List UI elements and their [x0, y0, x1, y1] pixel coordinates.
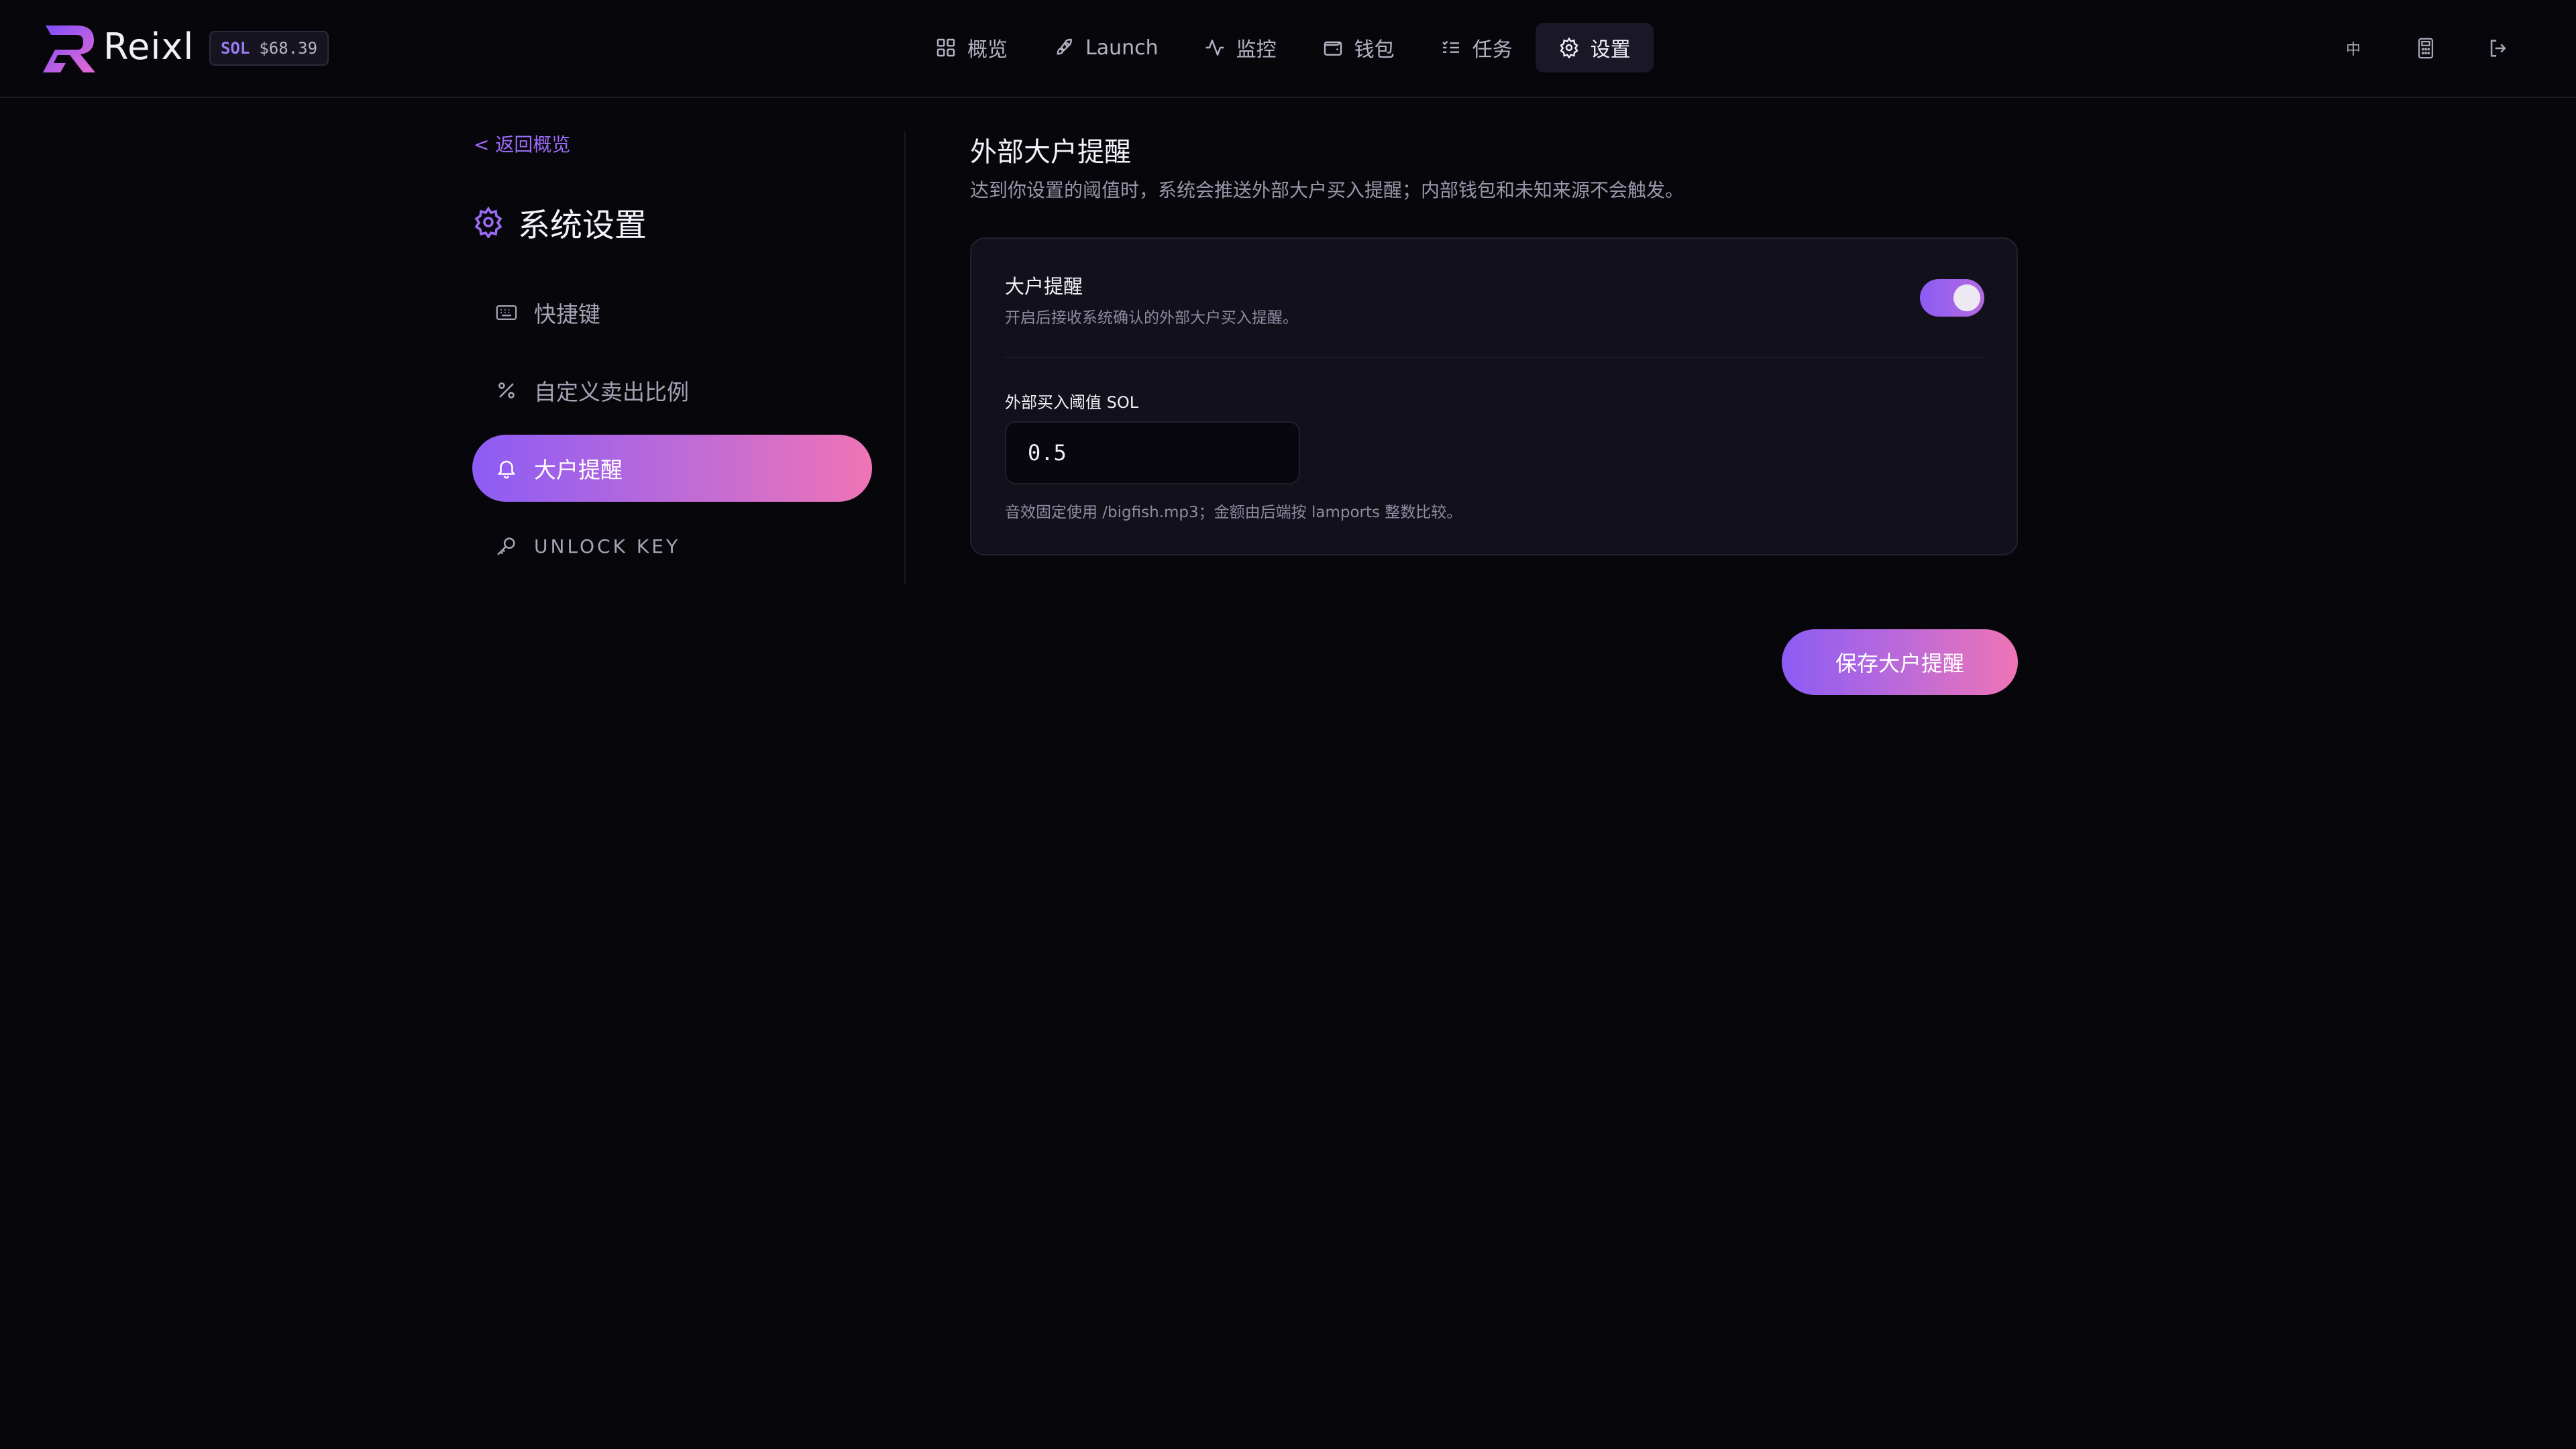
gear-icon	[474, 206, 502, 238]
menu-item-unlock-key[interactable]: UNLOCK KEY	[472, 513, 872, 580]
top-bar: Reixl SOL $68.39 概览 Launch 监控 钱包 任务 设置 中	[0, 0, 2576, 98]
menu-item-sell-ratio[interactable]: 自定义卖出比例	[472, 357, 872, 424]
nav-label: 设置	[1590, 38, 1631, 62]
grid-icon	[936, 38, 955, 57]
threshold-input[interactable]: 0.5	[1005, 421, 1300, 484]
bell-icon	[498, 460, 515, 479]
nav-label: 概览	[967, 38, 1008, 62]
whale-alert-card: 大户提醒 开启后接收系统确认的外部大户买入提醒。 外部买入阈值 SOL 0.5 …	[970, 237, 2018, 555]
language-toggle[interactable]: 中	[2317, 28, 2390, 68]
nav-label: 任务	[1472, 38, 1513, 62]
nav-label: 钱包	[1354, 38, 1395, 62]
logout-icon	[2490, 40, 2506, 57]
keyboard-icon	[496, 305, 517, 321]
calculator-button[interactable]	[2390, 28, 2462, 68]
nav-settings[interactable]: 设置	[1535, 23, 1654, 72]
threshold-hint: 音效固定使用 /bigfish.mp3；金额由后端按 lamports 整数比较…	[1005, 504, 1462, 521]
pulse-icon	[1205, 40, 1224, 56]
task-list-icon	[1442, 40, 1459, 53]
nav-tasks[interactable]: 任务	[1417, 23, 1536, 72]
menu-item-whale-alert[interactable]: 大户提醒	[472, 435, 872, 502]
toggle-knob	[1953, 284, 1980, 311]
menu-item-label: 自定义卖出比例	[534, 379, 689, 405]
threshold-label: 外部买入阈值 SOL	[1005, 393, 1139, 412]
back-to-overview-link[interactable]: < 返回概览	[474, 130, 570, 157]
wallet-icon	[1324, 41, 1342, 56]
menu-item-shortcuts[interactable]: 快捷键	[472, 279, 872, 346]
sidebar-divider	[904, 131, 906, 584]
settings-heading: 系统设置	[472, 199, 647, 246]
page-title: 外部大户提醒	[970, 137, 1131, 168]
reixl-logo[interactable]	[42, 23, 99, 74]
nav-label: Launch	[1085, 36, 1159, 60]
settings-menu: 快捷键 自定义卖出比例 大户提醒 UNLOCK KEY	[472, 279, 872, 590]
nav-monitor[interactable]: 监控	[1181, 23, 1299, 72]
percent-icon	[498, 382, 515, 398]
sol-price: $68.39	[259, 39, 318, 58]
nav-overview[interactable]: 概览	[912, 23, 1030, 72]
card-divider	[1005, 357, 1984, 358]
logout-button[interactable]	[2462, 28, 2534, 68]
gear-icon	[1559, 37, 1578, 58]
key-icon	[497, 537, 515, 555]
toggle-subtitle: 开启后接收系统确认的外部大户买入提醒。	[1005, 309, 1298, 327]
whale-alert-toggle[interactable]	[1920, 279, 1984, 317]
toggle-title: 大户提醒	[1005, 275, 1083, 298]
nav-label: 监控	[1236, 38, 1277, 62]
menu-item-label: 大户提醒	[534, 457, 623, 483]
sol-symbol: SOL	[220, 39, 250, 58]
menu-item-label: 快捷键	[534, 301, 600, 327]
main-nav: 概览 Launch 监控 钱包 任务 设置	[912, 23, 1654, 72]
rocket-icon	[1057, 38, 1072, 55]
calculator-icon	[2418, 38, 2434, 59]
nav-wallet[interactable]: 钱包	[1299, 23, 1417, 72]
brand-name: Reixl	[103, 25, 195, 68]
top-right-actions: 中	[2317, 28, 2534, 68]
settings-title: 系统设置	[518, 207, 647, 244]
save-whale-alert-button[interactable]: 保存大户提醒	[1782, 629, 2018, 695]
nav-launch[interactable]: Launch	[1030, 23, 1181, 72]
menu-item-label: UNLOCK KEY	[534, 535, 681, 557]
sol-price-badge: SOL $68.39	[209, 31, 329, 66]
page-description: 达到你设置的阈值时，系统会推送外部大户买入提醒；内部钱包和未知来源不会触发。	[970, 179, 1684, 201]
